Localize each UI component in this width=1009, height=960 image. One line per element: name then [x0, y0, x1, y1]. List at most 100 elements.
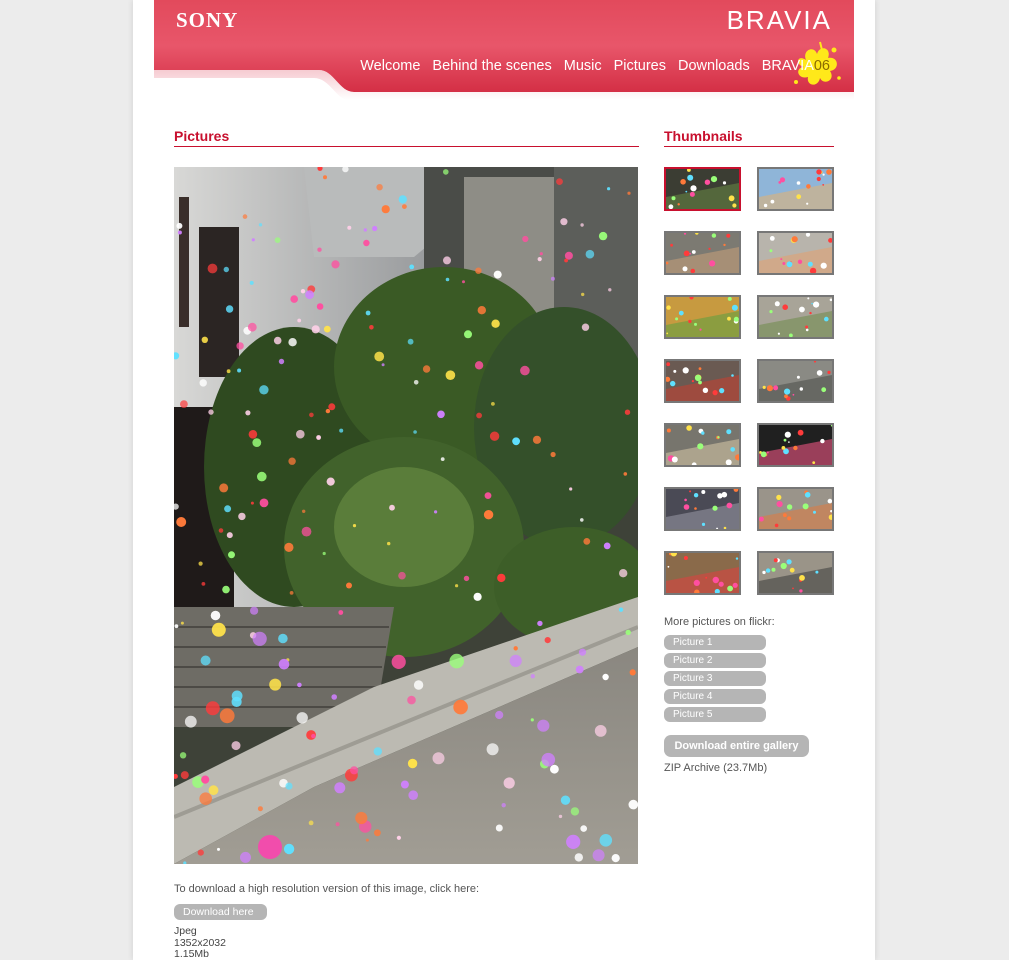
nav-behind-the-scenes[interactable]: Behind the scenes	[432, 58, 551, 74]
ball-decoration	[580, 518, 584, 522]
flickr-link-5[interactable]: Picture 5	[664, 707, 766, 722]
flickr-link-4[interactable]: Picture 4	[664, 689, 766, 704]
ball-decoration	[407, 695, 416, 705]
ball-decoration	[180, 621, 184, 625]
ball-decoration	[560, 795, 571, 805]
nav-bravia-label: BRAVIA	[761, 58, 814, 74]
ball-decoration	[228, 551, 235, 559]
ball-decoration	[400, 780, 409, 789]
ball-decoration	[225, 305, 234, 313]
ball-decoration	[581, 323, 590, 331]
sony-logo[interactable]: SONY	[176, 8, 238, 33]
ball-decoration	[207, 263, 218, 274]
ball-decoration	[608, 288, 612, 292]
file-info: Jpeg 1352x2032 1.15Mb	[174, 925, 226, 960]
thumbnail-9[interactable]	[664, 423, 741, 467]
flickr-label: More pictures on flickr:	[664, 616, 775, 628]
ball-decoration	[274, 237, 281, 243]
ball-decoration	[594, 725, 607, 737]
ball-decoration	[297, 318, 302, 323]
ball-decoration	[532, 435, 542, 444]
ball-decoration	[177, 230, 182, 235]
flickr-link-1[interactable]: Picture 1	[664, 635, 766, 650]
thumbnail-8[interactable]	[757, 359, 834, 403]
ball-decoration	[544, 637, 551, 644]
ball-decoration	[413, 680, 424, 690]
ball-decoration	[226, 369, 231, 374]
flickr-link-3[interactable]: Picture 3	[664, 671, 766, 686]
ball-decoration	[322, 551, 326, 556]
thumbnail-12[interactable]	[757, 487, 834, 531]
thumbnails-rule	[664, 146, 834, 147]
ball-decoration	[474, 361, 484, 370]
ball-decoration	[522, 235, 529, 243]
ball-decoration	[305, 290, 314, 300]
thumbnail-1[interactable]	[664, 167, 741, 211]
main-nav: Welcome Behind the scenes Music Pictures…	[360, 58, 830, 74]
ball-decoration	[296, 429, 305, 439]
ball-decoration	[624, 409, 631, 415]
ball-decoration	[550, 451, 556, 458]
ball-decoration	[176, 222, 183, 229]
thumbnail-10[interactable]	[757, 423, 834, 467]
ball-decoration	[369, 325, 374, 330]
ball-decoration	[437, 410, 445, 419]
ball-decoration	[484, 492, 492, 499]
ball-decoration	[300, 289, 306, 294]
thumbnail-14[interactable]	[757, 551, 834, 595]
thumbnail-6[interactable]	[757, 295, 834, 339]
ball-decoration	[374, 829, 381, 837]
flickr-link-2[interactable]: Picture 2	[664, 653, 766, 668]
thumbnail-3[interactable]	[664, 231, 741, 275]
ball-decoration	[311, 733, 316, 739]
nav-downloads[interactable]: Downloads	[678, 58, 750, 74]
ball-decoration	[288, 338, 297, 347]
ball-decoration	[316, 303, 324, 310]
ball-decoration	[443, 169, 449, 175]
ball-decoration	[537, 257, 542, 262]
bravia-logo[interactable]: BRAVIA	[727, 5, 832, 36]
ball-decoration	[278, 633, 288, 644]
ball-decoration	[575, 665, 584, 674]
ball-decoration	[619, 569, 628, 578]
ball-decoration	[629, 669, 636, 676]
nav-welcome[interactable]: Welcome	[360, 58, 420, 74]
thumbnail-image	[759, 425, 832, 465]
ball-decoration	[211, 622, 226, 637]
nav-music[interactable]: Music	[564, 58, 602, 74]
thumbnail-4[interactable]	[757, 231, 834, 275]
thumbnail-image	[666, 297, 739, 337]
ball-decoration	[302, 509, 306, 513]
ball-decoration	[473, 592, 482, 601]
ball-decoration	[259, 498, 269, 508]
ball-decoration	[199, 792, 212, 805]
ball-decoration	[247, 322, 257, 332]
download-here-button[interactable]: Download here	[174, 904, 267, 920]
nav-pictures[interactable]: Pictures	[614, 58, 666, 74]
ball-decoration	[224, 505, 232, 513]
thumbnail-7[interactable]	[664, 359, 741, 403]
ball-decoration	[296, 712, 308, 724]
thumbnail-13[interactable]	[664, 551, 741, 595]
ball-decoration	[331, 694, 337, 700]
ball-decoration	[258, 835, 282, 859]
ball-decoration	[257, 471, 267, 482]
ball-decoration	[570, 807, 580, 816]
thumbnails-title: Thumbnails	[664, 128, 743, 144]
ball-decoration	[445, 277, 450, 282]
download-gallery-button[interactable]: Download entire gallery	[664, 735, 809, 757]
thumbnail-image	[759, 169, 832, 209]
nav-bravia[interactable]: BRAVIA06	[762, 58, 830, 74]
file-size: 1.15Mb	[174, 948, 210, 960]
ball-decoration	[269, 678, 282, 691]
ball-decoration	[585, 249, 595, 259]
page-title: Pictures	[174, 128, 230, 144]
thumbnail-5[interactable]	[664, 295, 741, 339]
ball-decoration	[198, 561, 203, 566]
thumbnail-2[interactable]	[757, 167, 834, 211]
ball-decoration	[237, 368, 242, 373]
thumbnail-11[interactable]	[664, 487, 741, 531]
ball-decoration	[495, 710, 504, 720]
ball-decoration	[495, 824, 503, 832]
thumbnail-image	[666, 361, 739, 401]
